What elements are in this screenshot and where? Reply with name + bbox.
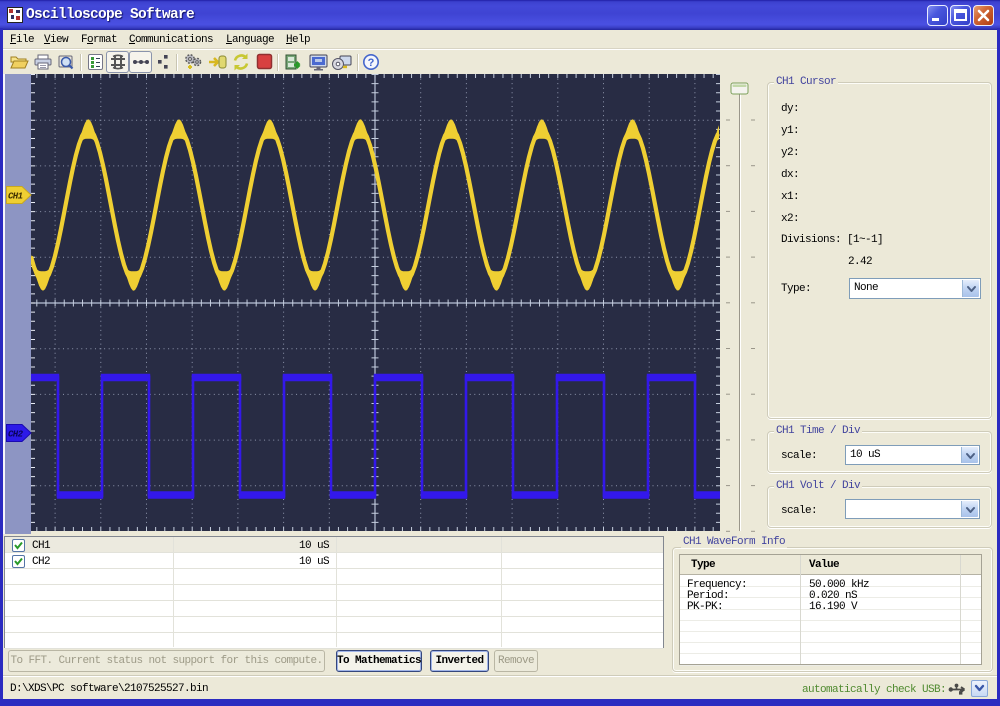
svg-text:CH2: CH2 — [8, 430, 24, 440]
svg-text:CH1: CH1 — [8, 192, 23, 202]
svg-text:?: ? — [368, 58, 374, 70]
